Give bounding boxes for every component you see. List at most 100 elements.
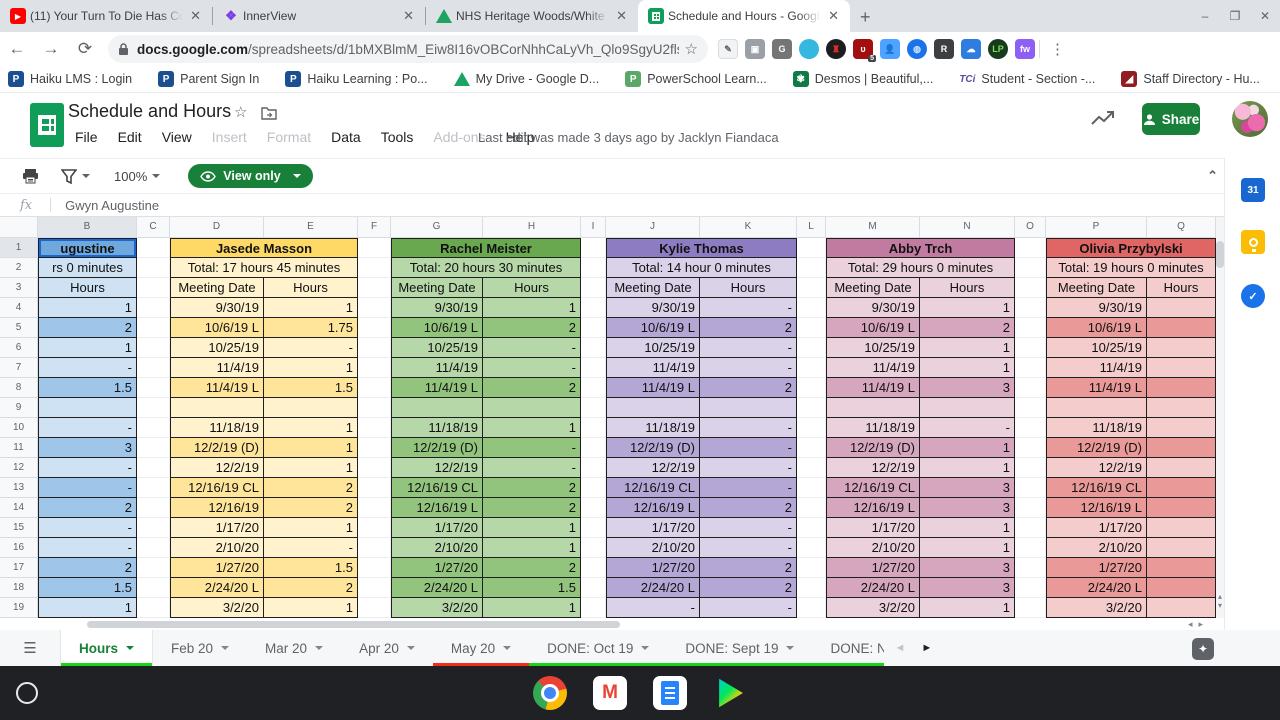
collapse-toolbar-icon[interactable]: ⌃ <box>1207 168 1218 184</box>
cell[interactable]: 1 <box>920 338 1015 358</box>
cell[interactable] <box>137 278 170 298</box>
cell[interactable]: 1/17/20 <box>606 518 700 538</box>
cell[interactable]: - <box>700 338 797 358</box>
cell[interactable] <box>358 338 391 358</box>
cell[interactable]: 1 <box>483 518 581 538</box>
cell[interactable]: 1 <box>483 298 581 318</box>
cell[interactable] <box>581 398 606 418</box>
cell[interactable]: Hours <box>264 278 358 298</box>
cell[interactable] <box>137 258 170 278</box>
cell[interactable]: 10/25/19 <box>606 338 700 358</box>
cell[interactable] <box>137 338 170 358</box>
cell[interactable]: 10/25/19 <box>1046 338 1147 358</box>
cell[interactable]: 11/18/19 <box>170 418 264 438</box>
cell[interactable]: 1 <box>264 358 358 378</box>
column-header-D[interactable]: D <box>170 217 264 238</box>
tab-close-icon[interactable]: ✕ <box>187 8 204 24</box>
row-header-12[interactable]: 12 <box>0 458 38 478</box>
cell[interactable] <box>581 418 606 438</box>
extension-icon-5[interactable]: ♜ <box>826 39 846 59</box>
cell[interactable] <box>581 498 606 518</box>
cell[interactable] <box>170 398 264 418</box>
sheet-tab-feb-20[interactable]: Feb 20 <box>153 630 247 666</box>
cell[interactable] <box>581 538 606 558</box>
cell[interactable]: - <box>920 418 1015 438</box>
cell[interactable]: 10/25/19 <box>826 338 920 358</box>
cell[interactable]: 1 <box>38 338 137 358</box>
cell[interactable] <box>826 398 920 418</box>
cell[interactable] <box>581 318 606 338</box>
cell[interactable] <box>1147 398 1216 418</box>
url-bar[interactable]: docs.google.com /spreadsheets/d/1bMXBlmM… <box>108 35 708 63</box>
extension-icon-1[interactable]: ✎ <box>718 39 738 59</box>
cell[interactable]: 1/17/20 <box>1046 518 1147 538</box>
column-header-M[interactable]: M <box>826 217 920 238</box>
cell[interactable] <box>358 458 391 478</box>
row-header-3[interactable]: 3 <box>0 278 38 298</box>
cell[interactable] <box>797 278 826 298</box>
row-header-6[interactable]: 6 <box>0 338 38 358</box>
horizontal-scroll-arrows[interactable]: ◂▸ <box>1188 619 1209 630</box>
cell[interactable]: 1 <box>483 418 581 438</box>
cell[interactable]: Meeting Date <box>606 278 700 298</box>
cell[interactable]: 1 <box>264 518 358 538</box>
cell[interactable]: 10/6/19 L <box>1046 318 1147 338</box>
vertical-scrollbar[interactable] <box>1216 217 1224 618</box>
cell[interactable]: Total: 14 hour 0 minutes <box>606 258 797 278</box>
cell[interactable]: - <box>483 338 581 358</box>
cell[interactable]: 1 <box>264 298 358 318</box>
chrome-icon[interactable] <box>533 676 567 710</box>
column-header-E[interactable]: E <box>264 217 358 238</box>
cell[interactable]: 9/30/19 <box>1046 298 1147 318</box>
cell[interactable]: 1/27/20 <box>1046 558 1147 578</box>
cell[interactable]: 12/2/19 <box>391 458 483 478</box>
cell[interactable] <box>797 418 826 438</box>
cell[interactable]: 11/4/19 L <box>170 378 264 398</box>
cell[interactable] <box>137 438 170 458</box>
cell[interactable]: 12/16/19 L <box>391 498 483 518</box>
cell[interactable] <box>797 578 826 598</box>
cell[interactable]: 11/4/19 <box>826 358 920 378</box>
cell[interactable] <box>358 598 391 618</box>
cell[interactable]: 2 <box>264 498 358 518</box>
cell[interactable]: 3/2/20 <box>826 598 920 618</box>
cell[interactable]: 10/6/19 L <box>826 318 920 338</box>
cell[interactable] <box>920 398 1015 418</box>
cell[interactable]: 12/16/19 <box>170 498 264 518</box>
cell[interactable]: Rachel Meister <box>391 238 581 258</box>
cell[interactable] <box>137 398 170 418</box>
cell[interactable] <box>797 458 826 478</box>
cell[interactable]: 12/16/19 L <box>606 498 700 518</box>
cell[interactable] <box>483 398 581 418</box>
cell[interactable] <box>797 598 826 618</box>
cell[interactable]: 2 <box>700 558 797 578</box>
cell[interactable] <box>137 378 170 398</box>
cell[interactable]: 1.5 <box>38 578 137 598</box>
cell[interactable] <box>358 318 391 338</box>
sheets-logo-icon[interactable] <box>30 103 70 149</box>
sheet-tab-done-sept-19[interactable]: DONE: Sept 19 <box>667 630 813 666</box>
cell[interactable]: 2/10/20 <box>170 538 264 558</box>
cell[interactable]: 2/24/20 L <box>170 578 264 598</box>
cell[interactable]: - <box>38 538 137 558</box>
cell[interactable] <box>1147 298 1216 318</box>
cell[interactable]: 11/4/19 <box>1046 358 1147 378</box>
column-header-G[interactable]: G <box>391 217 483 238</box>
cell[interactable] <box>1015 358 1046 378</box>
cell[interactable]: - <box>700 358 797 378</box>
bookmark-item[interactable]: My Drive - Google D... <box>453 72 599 86</box>
cell[interactable]: Abby Trch <box>826 238 1015 258</box>
cell[interactable]: 1/27/20 <box>391 558 483 578</box>
cell[interactable] <box>358 498 391 518</box>
column-header-H[interactable]: H <box>483 217 581 238</box>
bookmark-item[interactable]: P Haiku Learning : Po... <box>285 71 428 87</box>
cell[interactable]: 2 <box>38 318 137 338</box>
cell[interactable] <box>1015 238 1046 258</box>
cell[interactable]: 12/2/19 <box>826 458 920 478</box>
cell[interactable] <box>1015 258 1046 278</box>
cell[interactable]: 9/30/19 <box>391 298 483 318</box>
cell[interactable] <box>1147 538 1216 558</box>
bookmark-star-icon[interactable]: ☆ <box>685 40 698 58</box>
cell[interactable] <box>581 478 606 498</box>
cell[interactable]: Total: 19 hours 0 minutes <box>1046 258 1216 278</box>
